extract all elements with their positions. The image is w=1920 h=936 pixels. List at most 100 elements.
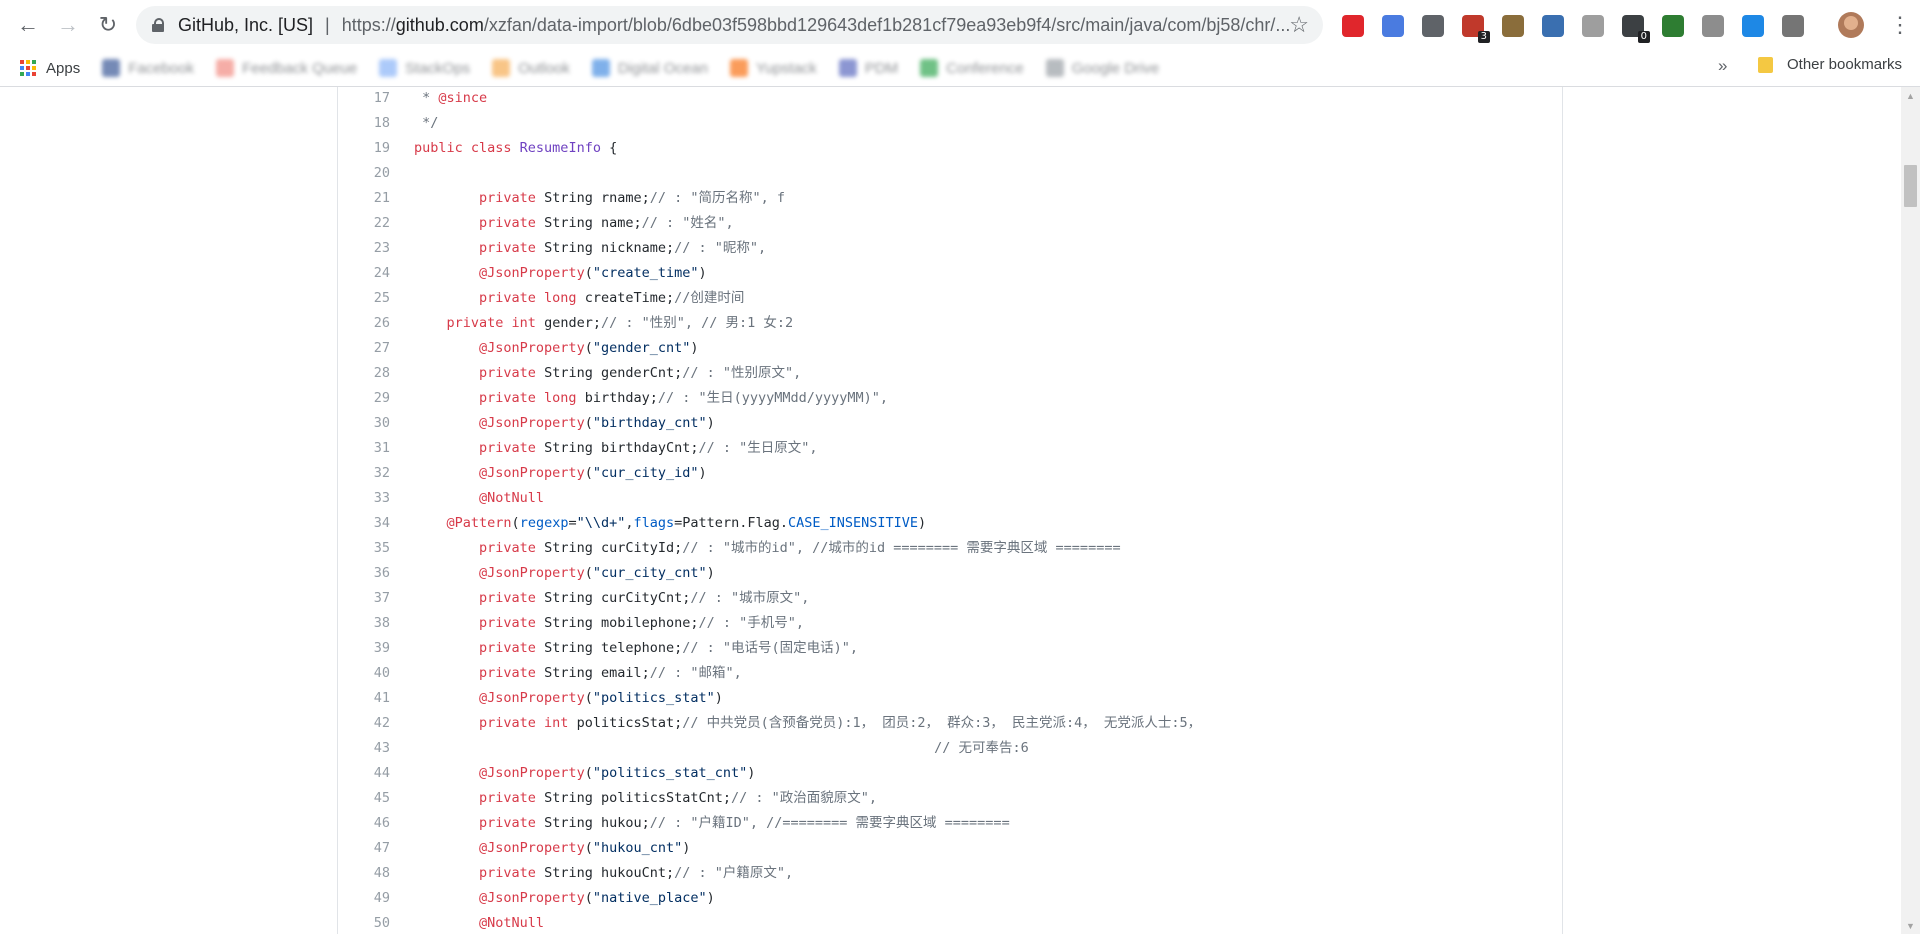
extension-badge: 3: [1477, 31, 1490, 43]
profile-avatar[interactable]: [1838, 12, 1864, 38]
bookmark-label: Conference: [946, 59, 1024, 77]
bookmark-item[interactable]: Conference: [920, 59, 1024, 77]
code-line: 30 @JsonProperty("birthday_cnt"): [338, 411, 1562, 436]
code-token: (: [584, 565, 593, 581]
line-number[interactable]: 23: [338, 236, 390, 261]
code-line: 23 private String nickname;// : "昵称",: [338, 236, 1562, 261]
line-number[interactable]: 42: [338, 711, 390, 736]
line-number[interactable]: 37: [338, 586, 390, 611]
line-number[interactable]: 28: [338, 361, 390, 386]
bookmark-item[interactable]: StackOps: [379, 59, 470, 77]
code-line: 48 private String hukouCnt;// : "户籍原文",: [338, 861, 1562, 886]
browser-menu-icon[interactable]: ⋮: [1889, 13, 1911, 37]
line-number[interactable]: 27: [338, 336, 390, 361]
extension-grey-icon[interactable]: [1582, 15, 1604, 37]
code-token: "gender_cnt": [592, 340, 691, 356]
line-number[interactable]: 17: [338, 86, 390, 111]
line-number[interactable]: 35: [338, 536, 390, 561]
line-number[interactable]: 32: [338, 461, 390, 486]
line-number[interactable]: 20: [338, 161, 390, 186]
extension-figure-icon[interactable]: [1502, 15, 1524, 37]
line-number[interactable]: 31: [338, 436, 390, 461]
line-number[interactable]: 38: [338, 611, 390, 636]
url-text[interactable]: https://github.com/xzfan/data-import/blo…: [342, 15, 1291, 36]
bookmark-item[interactable]: Outlook: [492, 59, 570, 77]
code-line: 20: [338, 161, 1562, 186]
bookmark-label: Google Drive: [1071, 59, 1160, 77]
extension-blue-icon[interactable]: [1542, 15, 1564, 37]
line-number[interactable]: 22: [338, 211, 390, 236]
bookmarks-overflow-icon[interactable]: »: [1718, 56, 1727, 76]
lock-icon[interactable]: [152, 18, 164, 32]
code-token: ): [918, 515, 927, 531]
mail-icon[interactable]: [1422, 15, 1444, 37]
line-number[interactable]: 39: [338, 636, 390, 661]
bookmark-item[interactable]: Google Drive: [1045, 59, 1160, 77]
scroll-down-icon[interactable]: ▼: [1901, 917, 1920, 934]
opera-icon[interactable]: [1342, 15, 1364, 37]
code-token: (: [584, 890, 593, 906]
line-number[interactable]: 33: [338, 486, 390, 511]
line-number[interactable]: 29: [338, 386, 390, 411]
bookmark-star-icon[interactable]: ☆: [1289, 12, 1309, 38]
scroll-up-icon[interactable]: ▲: [1901, 87, 1920, 104]
address-bar[interactable]: GitHub, Inc. [US] | https://github.com/x…: [136, 6, 1323, 44]
line-number[interactable]: 43: [338, 736, 390, 761]
code-token: (: [584, 415, 593, 431]
line-number[interactable]: 26: [338, 311, 390, 336]
line-number[interactable]: 44: [338, 761, 390, 786]
line-source: private String politicsStatCnt;// : "政治面…: [414, 786, 877, 811]
line-source: @JsonProperty("politics_stat_cnt"): [414, 761, 755, 786]
line-number[interactable]: 18: [338, 111, 390, 136]
line-source: @JsonProperty("native_place"): [414, 886, 715, 911]
line-number[interactable]: 30: [338, 411, 390, 436]
bookmark-items: Facebook Feedback Queue StackOps Outlook Dig…: [80, 59, 1159, 77]
back-button[interactable]: ←: [14, 13, 42, 37]
bookmark-item[interactable]: Digital Ocean: [591, 59, 708, 77]
scroll-thumb[interactable]: [1904, 165, 1917, 207]
code-token: private: [479, 440, 545, 456]
code-token: private: [479, 665, 545, 681]
line-number[interactable]: 25: [338, 286, 390, 311]
bookmark-item[interactable]: Feedback Queue: [216, 59, 357, 77]
extension-green-icon[interactable]: [1662, 15, 1684, 37]
bookmark-item[interactable]: Facebook: [102, 59, 194, 77]
reload-icon: ↻: [98, 12, 118, 37]
bookmark-item[interactable]: PDM: [838, 59, 898, 77]
line-number[interactable]: 41: [338, 686, 390, 711]
bookmark-favicon-icon: [1045, 59, 1064, 77]
line-number[interactable]: 47: [338, 836, 390, 861]
site-identity[interactable]: GitHub, Inc. [US]: [178, 15, 313, 36]
vertical-scrollbar[interactable]: ▲ ▼: [1901, 87, 1920, 934]
bookmark-favicon-icon: [102, 59, 121, 77]
apps-shortcut[interactable]: Apps: [20, 60, 80, 77]
code-token: flags: [633, 515, 675, 531]
line-number[interactable]: 24: [338, 261, 390, 286]
line-number[interactable]: 21: [338, 186, 390, 211]
line-number[interactable]: 48: [338, 861, 390, 886]
extension-red-icon[interactable]: 3: [1462, 15, 1490, 43]
code-token: // : "手机号",: [698, 615, 805, 631]
link-icon[interactable]: 0: [1622, 15, 1650, 43]
line-source: private int gender;// : "性别", // 男:1 女:2: [414, 311, 794, 336]
line-source: @JsonProperty("cur_city_cnt"): [414, 561, 715, 586]
extension-s-icon[interactable]: [1742, 15, 1764, 37]
reload-button[interactable]: ↻: [94, 13, 122, 37]
extension-binary-icon[interactable]: [1782, 15, 1804, 37]
line-number[interactable]: 34: [338, 511, 390, 536]
line-number[interactable]: 40: [338, 661, 390, 686]
line-number[interactable]: 50: [338, 911, 390, 936]
line-number[interactable]: 45: [338, 786, 390, 811]
code-token: @JsonProperty: [479, 415, 585, 431]
translate-icon[interactable]: [1382, 15, 1404, 37]
bookmark-item[interactable]: Yupstack: [729, 59, 817, 77]
other-bookmarks[interactable]: Other bookmarks: [1758, 56, 1902, 73]
line-number[interactable]: 36: [338, 561, 390, 586]
line-number[interactable]: 49: [338, 886, 390, 911]
extension-circle-icon[interactable]: [1702, 15, 1724, 37]
line-number[interactable]: 46: [338, 811, 390, 836]
code-token: ): [706, 890, 715, 906]
forward-button[interactable]: →: [54, 13, 82, 37]
code-line: 19 public class ResumeInfo {: [338, 136, 1562, 161]
line-number[interactable]: 19: [338, 136, 390, 161]
